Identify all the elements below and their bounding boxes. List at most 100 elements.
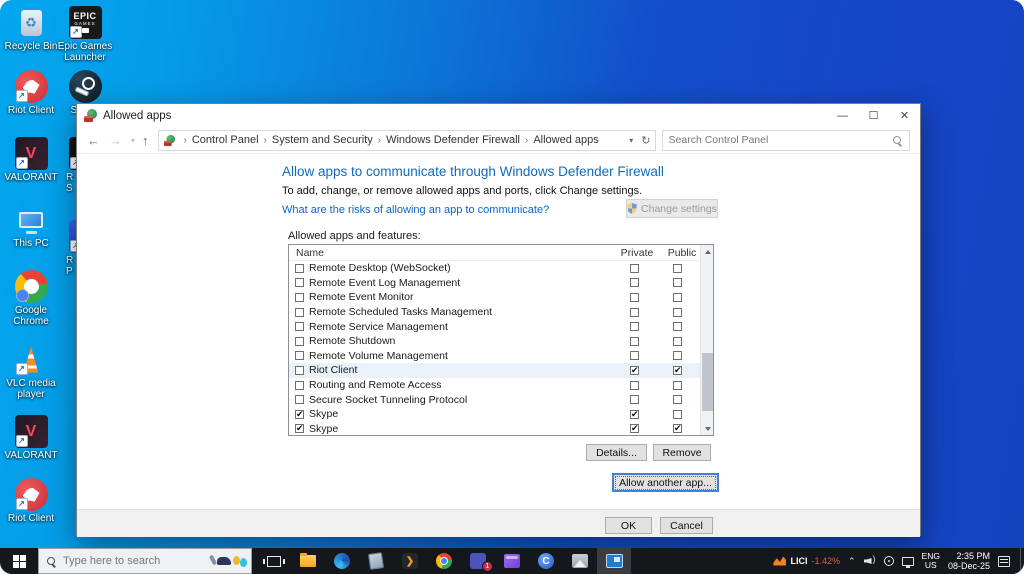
- maximize-button[interactable]: ☐: [858, 104, 889, 127]
- scroll-down-icon[interactable]: [701, 422, 713, 435]
- public-checkbox[interactable]: [673, 292, 682, 302]
- firewall-app-row[interactable]: Secure Socket Tunneling Protocol: [289, 392, 700, 407]
- desktop-icon-recycle-bin[interactable]: ♻ Recycle Bin: [2, 6, 60, 52]
- private-checkbox[interactable]: [630, 351, 639, 361]
- public-checkbox[interactable]: [673, 263, 682, 273]
- firewall-app-row[interactable]: Routing and Remote Access: [289, 378, 700, 393]
- hidden-icons-chevron[interactable]: ⌃: [848, 556, 856, 567]
- app-enabled-checkbox[interactable]: [295, 380, 304, 390]
- up-button[interactable]: ↑: [142, 133, 149, 148]
- start-button[interactable]: [0, 548, 38, 574]
- breadcrumb-item[interactable]: Allowed apps: [530, 134, 601, 146]
- private-checkbox[interactable]: [630, 278, 639, 288]
- back-button[interactable]: ←: [87, 133, 100, 148]
- network-icon[interactable]: [901, 556, 914, 568]
- language-indicator[interactable]: ENG US: [922, 552, 940, 570]
- taskbar-search-input[interactable]: [63, 555, 205, 567]
- stock-ticker[interactable]: LICI -1.42%: [773, 556, 840, 566]
- private-checkbox[interactable]: [630, 336, 639, 346]
- recent-locations-icon[interactable]: ▾: [131, 136, 135, 145]
- taskbar-app-films-app[interactable]: [495, 548, 529, 574]
- address-dropdown-icon[interactable]: ▾: [629, 136, 633, 145]
- action-center-icon[interactable]: [998, 555, 1010, 567]
- public-checkbox[interactable]: [673, 409, 682, 419]
- scrollbar[interactable]: [700, 245, 713, 435]
- public-checkbox[interactable]: [673, 336, 682, 346]
- private-checkbox[interactable]: [630, 307, 639, 317]
- taskbar-app-tablet-app[interactable]: [359, 548, 393, 574]
- desktop-icon-riot-client[interactable]: Riot Client: [2, 70, 60, 116]
- update-icon[interactable]: [883, 556, 894, 566]
- public-checkbox[interactable]: [673, 307, 682, 317]
- firewall-app-row[interactable]: Remote Event Log Management: [289, 276, 700, 291]
- firewall-app-row[interactable]: Skype: [289, 407, 700, 422]
- public-checkbox[interactable]: [673, 380, 682, 390]
- scrollbar-thumb[interactable]: [702, 353, 713, 411]
- firewall-app-row[interactable]: Remote Scheduled Tasks Management: [289, 305, 700, 320]
- firewall-app-row[interactable]: Skype: [289, 422, 700, 435]
- firewall-app-row[interactable]: Remote Desktop (WebSocket): [289, 261, 700, 276]
- public-checkbox[interactable]: [673, 423, 682, 434]
- taskbar-app-file-explorer[interactable]: [291, 548, 325, 574]
- taskbar-app-chrome-browser[interactable]: [427, 548, 461, 574]
- risk-help-link[interactable]: What are the risks of allowing an app to…: [282, 204, 549, 216]
- desktop-icon-valorant-2[interactable]: V VALORANT: [2, 415, 60, 461]
- firewall-app-row[interactable]: Riot Client: [289, 363, 700, 378]
- app-enabled-checkbox[interactable]: [295, 263, 304, 273]
- ok-button[interactable]: OK: [605, 517, 652, 534]
- app-enabled-checkbox[interactable]: [295, 351, 304, 361]
- minimize-button[interactable]: —: [827, 104, 858, 127]
- cancel-button[interactable]: Cancel: [660, 517, 713, 534]
- app-enabled-checkbox[interactable]: [295, 292, 304, 302]
- taskbar-app-terminal-app[interactable]: ❯: [393, 548, 427, 574]
- app-enabled-checkbox[interactable]: [295, 365, 304, 375]
- app-enabled-checkbox[interactable]: [295, 395, 304, 405]
- breadcrumb-item[interactable]: Windows Defender Firewall: [383, 134, 523, 146]
- allow-another-app-button[interactable]: Allow another app...: [612, 473, 719, 492]
- app-enabled-checkbox[interactable]: [295, 278, 304, 288]
- desktop-icon-this-pc[interactable]: This PC: [2, 203, 60, 249]
- firewall-app-row[interactable]: Remote Volume Management: [289, 349, 700, 364]
- app-enabled-checkbox[interactable]: [295, 322, 304, 332]
- breadcrumb-item[interactable]: Control Panel: [189, 134, 262, 146]
- firewall-app-row[interactable]: Remote Event Monitor: [289, 290, 700, 305]
- public-checkbox[interactable]: [673, 278, 682, 288]
- private-checkbox[interactable]: [630, 292, 639, 302]
- desktop-icon-valorant[interactable]: V VALORANT: [2, 137, 60, 183]
- search-input[interactable]: [668, 134, 892, 146]
- app-enabled-checkbox[interactable]: [295, 307, 304, 317]
- show-desktop-button[interactable]: [1020, 548, 1024, 574]
- forward-button[interactable]: →: [109, 133, 122, 148]
- public-checkbox[interactable]: [673, 395, 682, 405]
- private-checkbox[interactable]: [630, 380, 639, 390]
- app-enabled-checkbox[interactable]: [295, 409, 304, 420]
- taskbar-app-edge-browser[interactable]: [325, 548, 359, 574]
- taskbar-app-photos-app[interactable]: [563, 548, 597, 574]
- public-checkbox[interactable]: [673, 365, 682, 376]
- public-checkbox[interactable]: [673, 351, 682, 361]
- app-enabled-checkbox[interactable]: [295, 336, 304, 346]
- taskbar-app-task-view-button[interactable]: [257, 548, 291, 574]
- refresh-icon[interactable]: ↻: [641, 134, 650, 147]
- private-checkbox[interactable]: [630, 365, 639, 376]
- breadcrumb-item[interactable]: System and Security: [269, 134, 376, 146]
- app-enabled-checkbox[interactable]: [295, 423, 304, 434]
- change-settings-button[interactable]: Change settings: [626, 199, 718, 218]
- private-checkbox[interactable]: [630, 263, 639, 273]
- private-checkbox[interactable]: [630, 409, 639, 420]
- private-checkbox[interactable]: [630, 322, 639, 332]
- details-button[interactable]: Details...: [586, 444, 647, 461]
- scroll-up-icon[interactable]: [701, 245, 713, 258]
- window-titlebar[interactable]: Allowed apps — ☐ ✕: [77, 104, 920, 127]
- taskbar-app-control-panel-window[interactable]: [597, 548, 631, 574]
- volume-icon[interactable]: [864, 554, 876, 566]
- private-checkbox[interactable]: [630, 395, 639, 405]
- private-checkbox[interactable]: [630, 423, 639, 434]
- taskbar-app-teams-app[interactable]: 1: [461, 548, 495, 574]
- taskbar-app-c-app[interactable]: C: [529, 548, 563, 574]
- desktop-icon-epic-games-launcher[interactable]: EPICGAMESEpic Games Launcher: [56, 6, 114, 63]
- desktop-icon-google-chrome[interactable]: Google Chrome: [2, 270, 60, 327]
- firewall-app-row[interactable]: Remote Shutdown: [289, 334, 700, 349]
- close-button[interactable]: ✕: [889, 104, 920, 127]
- public-checkbox[interactable]: [673, 322, 682, 332]
